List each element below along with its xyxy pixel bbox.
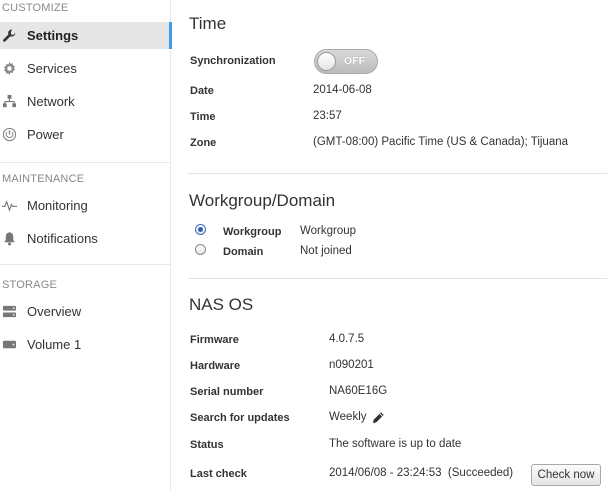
check-now-button[interactable]: Check now bbox=[531, 464, 601, 486]
lastcheck-label: Last check bbox=[190, 468, 247, 480]
sidebar-item-label: Overview bbox=[27, 304, 82, 319]
sidebar-item-label: Power bbox=[27, 127, 64, 142]
firmware-value: 4.0.7.5 bbox=[329, 333, 365, 345]
toggle-state: OFF bbox=[344, 55, 365, 67]
time-value: 23:57 bbox=[313, 110, 342, 122]
zone-label: Zone bbox=[190, 137, 217, 149]
sidebar-item-label: Settings bbox=[27, 28, 79, 43]
pulse-icon bbox=[1, 197, 17, 213]
main-panel: Time Synchronization OFF Date 2014-06-08… bbox=[171, 0, 607, 490]
firmware-label: Firmware bbox=[190, 334, 239, 346]
serial-value: NA60E16G bbox=[329, 385, 388, 397]
power-icon bbox=[1, 126, 17, 142]
date-label: Date bbox=[190, 85, 214, 97]
section-title-storage: STORAGE bbox=[2, 279, 57, 291]
sync-toggle[interactable]: OFF bbox=[314, 49, 378, 74]
sidebar-item-monitoring[interactable]: Monitoring bbox=[0, 192, 171, 219]
bell-icon bbox=[1, 230, 17, 246]
time-section-title: Time bbox=[189, 14, 227, 33]
updates-label: Search for updates bbox=[190, 412, 290, 424]
date-value: 2014-06-08 bbox=[313, 84, 372, 96]
domain-option-value: Not joined bbox=[300, 245, 352, 257]
sidebar-item-notifications[interactable]: Notifications bbox=[0, 225, 171, 252]
sidebar-item-power[interactable]: Power bbox=[0, 121, 171, 148]
serial-label: Serial number bbox=[190, 386, 264, 398]
workgroup-option-value: Workgroup bbox=[300, 225, 357, 237]
toggle-knob bbox=[317, 52, 336, 71]
domain-option-label: Domain bbox=[223, 246, 264, 258]
workgroup-radio[interactable] bbox=[195, 224, 206, 235]
storage-icon bbox=[1, 303, 17, 319]
time-label: Time bbox=[190, 111, 216, 123]
sidebar-item-settings[interactable]: Settings bbox=[0, 22, 172, 49]
hardware-value: n090201 bbox=[329, 359, 374, 371]
sidebar-item-label: Network bbox=[27, 94, 75, 109]
sidebar-item-label: Volume 1 bbox=[27, 337, 82, 352]
divider bbox=[188, 173, 607, 174]
sidebar-item-services[interactable]: Services bbox=[0, 55, 171, 82]
sidebar-item-overview[interactable]: Overview bbox=[0, 298, 171, 325]
sidebar-item-label: Services bbox=[27, 61, 77, 76]
wrench-icon bbox=[1, 27, 17, 43]
domain-radio[interactable] bbox=[195, 244, 206, 255]
sidebar-item-volume-1[interactable]: Volume 1 bbox=[0, 331, 171, 358]
section-title-customize: CUSTOMIZE bbox=[2, 2, 69, 14]
zone-value: (GMT-08:00) Pacific Time (US & Canada); … bbox=[313, 136, 569, 148]
pencil-icon[interactable] bbox=[371, 411, 385, 425]
sidebar-item-network[interactable]: Network bbox=[0, 88, 171, 115]
hardware-label: Hardware bbox=[190, 360, 241, 372]
status-value: The software is up to date bbox=[329, 438, 462, 450]
network-icon bbox=[1, 93, 17, 109]
workgroup-section-title: Workgroup/Domain bbox=[189, 191, 336, 210]
sidebar-item-label: Notifications bbox=[27, 231, 98, 246]
disk-icon bbox=[1, 336, 17, 352]
sync-label: Synchronization bbox=[190, 55, 276, 67]
sidebar: CUSTOMIZE Settings Services Network Powe… bbox=[0, 0, 172, 490]
lastcheck-value: 2014/06/08 - 23:24:53 (Succeeded) bbox=[329, 467, 514, 479]
divider bbox=[188, 278, 607, 279]
status-label: Status bbox=[190, 439, 224, 451]
workgroup-option-label: Workgroup bbox=[223, 226, 282, 238]
section-title-maintenance: MAINTENANCE bbox=[2, 173, 85, 185]
sidebar-item-label: Monitoring bbox=[27, 198, 88, 213]
gear-icon bbox=[1, 60, 17, 76]
updates-value: Weekly bbox=[329, 411, 367, 423]
nas-section-title: NAS OS bbox=[189, 295, 254, 314]
